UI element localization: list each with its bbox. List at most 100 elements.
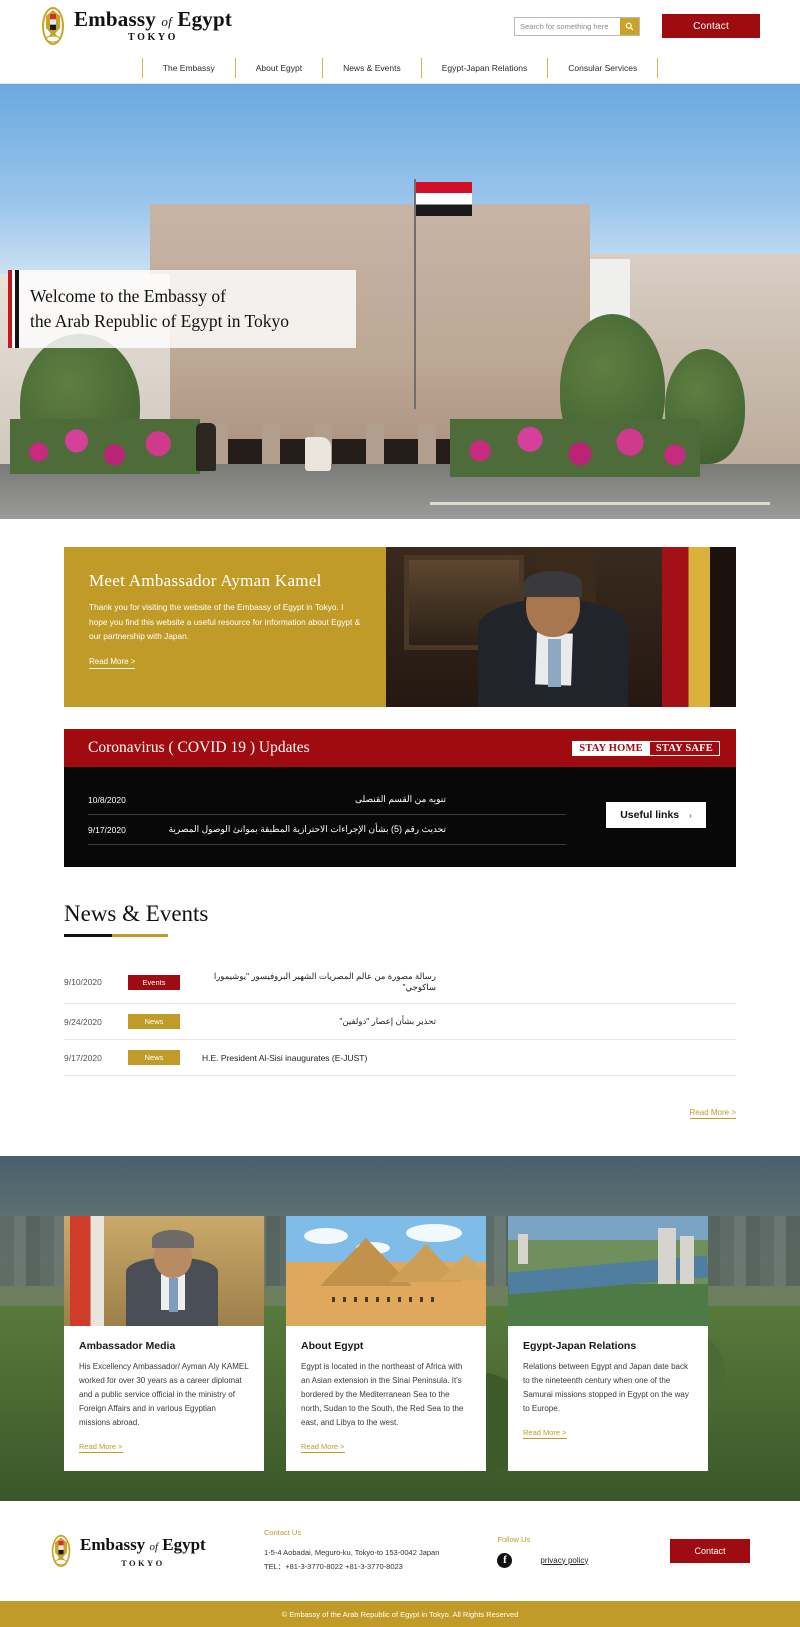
facebook-icon[interactable]: f (497, 1552, 513, 1568)
card-hair (152, 1230, 194, 1248)
hero-statue (196, 423, 216, 471)
nav-item-about-egypt[interactable]: About Egypt (234, 57, 322, 78)
privacy-policy-link[interactable]: privacy policy (540, 1556, 588, 1565)
covid-list-item[interactable]: 9/17/2020 تحديث رقم (5) بشأن الإجراءات ا… (88, 815, 566, 845)
building-shape (658, 1228, 676, 1284)
stay-home-label: STAY HOME (573, 741, 649, 755)
footer-address: 1-5-4 Aobadai, Meguro-ku, Tokyo-to 153-0… (264, 1548, 440, 1558)
header-contact-button[interactable]: Contact (662, 14, 760, 38)
main-navigation: The Embassy About Egypt News & Events Eg… (0, 52, 800, 84)
footer-follow-block: Follow Us f privacy policy (497, 1535, 588, 1568)
news-read-more-wrap: Read More > (64, 1102, 736, 1120)
site-logo[interactable]: Embassy of Egypt TOKYO (40, 6, 232, 46)
covid-header: Coronavirus ( COVID 19 ) Updates STAY HO… (64, 729, 736, 767)
card-content: Ambassador Media His Excellency Ambassad… (64, 1326, 264, 1471)
photo-curtain (710, 547, 736, 707)
news-item-date: 9/24/2020 (64, 1016, 102, 1027)
useful-links-label: Useful links (620, 809, 680, 821)
news-item-title: تحذير بشأن إعصار "دولفين" (339, 1016, 436, 1026)
news-item-badge: News (128, 1050, 180, 1065)
covid-update-list: 10/8/2020 تنويه من القسم القنصلى 9/17/20… (64, 785, 576, 845)
copyright-bar: © Embassy of the Arab Republic of Egypt … (0, 1601, 800, 1627)
covid-panel: Coronavirus ( COVID 19 ) Updates STAY HO… (64, 729, 736, 867)
pyramid-shape (440, 1254, 486, 1280)
useful-links-button[interactable]: Useful links › (606, 802, 706, 828)
covid-item-text: تحديث رقم (5) بشأن الإجراءات الاحترازية … (168, 824, 446, 834)
nav-item-the-embassy[interactable]: The Embassy (141, 57, 235, 78)
footer-logo-title: Embassy of Egypt (80, 1534, 206, 1554)
covid-list-item[interactable]: 10/8/2020 تنويه من القسم القنصلى (88, 785, 566, 815)
search-button[interactable] (620, 17, 639, 35)
copyright-text: © Embassy of the Arab Republic of Egypt … (281, 1609, 519, 1619)
search-box[interactable] (514, 16, 640, 36)
ambassador-photo (386, 547, 736, 707)
ambassador-body: Thank you for visiting the website of th… (89, 602, 361, 642)
hero-banner: Welcome to the Embassy of the Arab Republ… (0, 84, 800, 519)
header-actions: Contact (514, 14, 760, 38)
chevron-right-icon: › (689, 810, 692, 820)
footer-contact-block: Contact Us 1-5-4 Aobadai, Meguro-ku, Tok… (264, 1528, 439, 1574)
ambassador-section: Meet Ambassador Ayman Kamel Thank you fo… (0, 519, 800, 707)
news-read-more-link[interactable]: Read More > (689, 1108, 736, 1119)
news-list-item[interactable]: 9/17/2020 News H.E. President Al-Sisi in… (64, 1040, 736, 1076)
covid-item-date: 10/8/2020 (88, 794, 126, 805)
card-read-more-link[interactable]: Read More > (523, 1428, 567, 1439)
hero-accent-bar (8, 270, 19, 348)
building-shape (518, 1234, 528, 1264)
news-item-badge: News (128, 1014, 180, 1029)
news-item-title: H.E. President Al-Sisi inaugurates (E-JU… (202, 1052, 368, 1063)
footer-logo[interactable]: Embassy of Egypt TOKYO (50, 1534, 260, 1568)
card-flag (70, 1216, 104, 1326)
footer-contact-label: Contact Us (264, 1528, 302, 1538)
footer-follow-label: Follow Us (497, 1534, 531, 1544)
feature-cards-section: Ambassador Media His Excellency Ambassad… (0, 1156, 800, 1501)
ambassador-text-block: Meet Ambassador Ayman Kamel Thank you fo… (64, 547, 386, 707)
footer-contact-button[interactable]: Contact (670, 1539, 750, 1563)
card-about-egypt[interactable]: About Egypt Egypt is located in the nort… (286, 1216, 486, 1471)
card-read-more-link[interactable]: Read More > (301, 1442, 345, 1453)
nav-item-egypt-japan-relations[interactable]: Egypt-Japan Relations (420, 57, 548, 78)
news-list-item[interactable]: 9/24/2020 News تحذير بشأن إعصار "دولفين" (64, 1004, 736, 1040)
news-title-underline (64, 934, 168, 937)
footer-logo-subtitle: TOKYO (121, 1557, 165, 1568)
card-text: His Excellency Ambassador/ Ayman Aly KAM… (79, 1362, 249, 1427)
covid-item-text: تنويه من القسم القنصلى (355, 794, 446, 804)
photo-hair (524, 571, 582, 597)
card-title: Ambassador Media (79, 1340, 176, 1352)
hero-sphinx-statue (305, 437, 331, 471)
card-egypt-japan-relations[interactable]: Egypt-Japan Relations Relations between … (508, 1216, 708, 1471)
footer-telephone: TEL：+81-3-3770-8022 +81-3-3770-8023 (264, 1562, 403, 1571)
logo-subtitle: TOKYO (128, 32, 179, 43)
card-ambassador-media[interactable]: Ambassador Media His Excellency Ambassad… (64, 1216, 264, 1471)
nav-item-news-events[interactable]: News & Events (322, 57, 421, 78)
hero-heading: Welcome to the Embassy of the Arab Republ… (30, 285, 289, 331)
hero-road-line (430, 502, 770, 505)
river-shape (508, 1255, 708, 1295)
site-footer: Embassy of Egypt TOKYO Contact Us 1-5-4 … (0, 1501, 800, 1601)
card-title: About Egypt (301, 1340, 364, 1352)
cards-row: Ambassador Media His Excellency Ambassad… (0, 1156, 800, 1471)
news-item-date: 9/10/2020 (64, 977, 102, 987)
card-title: Egypt-Japan Relations (523, 1340, 637, 1352)
ambassador-read-more-link[interactable]: Read More > (89, 657, 136, 669)
egypt-flag-icon (416, 182, 472, 216)
card-read-more-link[interactable]: Read More > (79, 1442, 123, 1453)
nav-items: The Embassy About Egypt News & Events Eg… (141, 57, 659, 78)
stay-home-safe-badge: STAY HOME STAY SAFE (572, 740, 720, 756)
eagle-of-saladin-icon (42, 7, 64, 45)
covid-title: Coronavirus ( COVID 19 ) Updates (88, 739, 310, 756)
card-image-pyramids (286, 1216, 486, 1326)
hero-flowerbed-left (10, 419, 200, 474)
footer-social-row: f privacy policy (497, 1552, 588, 1568)
news-item-date: 9/17/2020 (64, 1052, 102, 1063)
covid-body: 10/8/2020 تنويه من القسم القنصلى 9/17/20… (64, 767, 736, 867)
footer-logo-text: Embassy of Egypt TOKYO (80, 1535, 206, 1568)
photo-tie (548, 639, 561, 687)
news-list-item[interactable]: 9/10/2020 Events رسالة مصورة من عالم الم… (64, 961, 736, 1004)
search-icon (625, 22, 634, 30)
news-section: News & Events 9/10/2020 Events رسالة مصو… (0, 867, 800, 1120)
nav-item-consular-services[interactable]: Consular Services (547, 57, 659, 78)
search-input[interactable] (515, 17, 620, 35)
news-item-badge: Events (128, 974, 180, 990)
stay-safe-label: STAY SAFE (648, 741, 719, 755)
